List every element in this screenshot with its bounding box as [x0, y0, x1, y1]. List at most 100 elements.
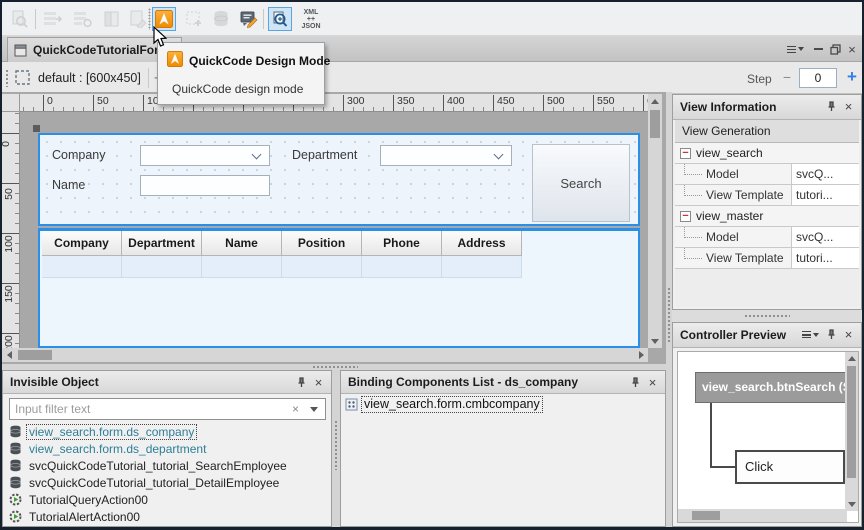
search-form-panel[interactable]: Company Department Name Search	[38, 133, 640, 226]
list-item[interactable]: TutorialQueryAction00	[5, 491, 329, 508]
ruler-tick	[2, 133, 19, 134]
add-component-button[interactable]	[182, 7, 206, 31]
grid-column-header[interactable]: Phone	[362, 231, 442, 256]
memo-edit-button[interactable]	[236, 7, 260, 31]
tree-group-row[interactable]: − view_search	[675, 143, 859, 164]
grid-header-row: Company Department Name Position Phone A…	[42, 231, 522, 256]
scrollbar-thumb[interactable]	[18, 350, 52, 360]
close-panel-button[interactable]: ×	[841, 99, 856, 114]
scroll-down-button[interactable]	[648, 334, 662, 348]
scroll-left-button[interactable]	[2, 348, 16, 362]
tree-row[interactable]: View Template tutori...	[675, 248, 859, 269]
step-increment-button[interactable]: +	[844, 67, 860, 87]
close-panel-button[interactable]: ×	[311, 375, 326, 390]
pin-button[interactable]	[824, 327, 839, 342]
controller-node-btnsearch[interactable]: view_search.btnSearch (Se	[695, 372, 847, 403]
restore-button[interactable]	[828, 42, 842, 56]
tree-row[interactable]: Model svcQ...	[675, 164, 859, 185]
generate-list-button[interactable]	[40, 7, 64, 31]
tree-row-value[interactable]: tutori...	[791, 248, 859, 268]
design-vertical-scrollbar[interactable]	[648, 94, 662, 348]
controller-canvas[interactable]: view_search.btnSearch (Se Click	[677, 351, 859, 523]
toolbar-drag-grip[interactable]	[5, 69, 9, 87]
right-horizontal-splitter[interactable]	[672, 310, 862, 322]
minimize-button[interactable]	[812, 42, 824, 56]
grid-column-header[interactable]: Name	[202, 231, 282, 256]
department-combobox[interactable]	[380, 145, 512, 166]
panel-header[interactable]: Controller Preview ×	[673, 323, 861, 348]
tree-group-row[interactable]: − view_master	[675, 206, 859, 227]
panel-header[interactable]: View Information ×	[673, 95, 861, 120]
binding-item-label: view_search.form.cmbcompany	[362, 397, 542, 412]
tree-row-value[interactable]: svcQ...	[791, 227, 859, 247]
grid-column-header[interactable]: Position	[282, 231, 362, 256]
controller-vertical-scrollbar[interactable]	[845, 352, 858, 511]
close-panel-button[interactable]: ×	[645, 375, 660, 390]
controller-horizontal-scrollbar[interactable]	[678, 509, 847, 522]
step-decrement-button[interactable]: −	[780, 70, 794, 86]
panel-title: Controller Preview	[673, 328, 786, 342]
scrollbar-thumb[interactable]	[692, 511, 720, 520]
quickcode-tooltip: QuickCode Design Mode QuickCode design m…	[157, 42, 325, 105]
name-input[interactable]	[140, 175, 270, 196]
pin-button[interactable]	[628, 375, 643, 390]
generate-settings-button[interactable]	[70, 7, 94, 31]
database-tool-button[interactable]	[209, 7, 233, 31]
tree-row-value[interactable]: svcQ...	[791, 164, 859, 184]
scrollbar-thumb[interactable]	[847, 366, 856, 478]
chevron-down-icon	[252, 150, 262, 160]
list-item[interactable]: svcQuickCodeTutorial_tutorial_SearchEmpl…	[5, 457, 329, 474]
list-item[interactable]: view_search.form.ds_department	[5, 440, 329, 457]
scrollbar-thumb[interactable]	[650, 110, 660, 138]
list-item-label: view_search.form.ds_department	[27, 442, 208, 456]
list-item[interactable]: view_search.form.ds_company	[5, 423, 329, 440]
scroll-up-button[interactable]	[648, 94, 662, 108]
tree-row[interactable]: View Template tutori...	[675, 185, 859, 206]
controller-event-click[interactable]: Click	[735, 450, 845, 484]
selection-handle[interactable]	[33, 125, 40, 132]
tree-row-value[interactable]: tutori...	[791, 185, 859, 205]
list-item[interactable]: TutorialAlertAction00	[5, 508, 329, 524]
panel-header[interactable]: Binding Components List - ds_company ×	[341, 371, 665, 394]
search-button[interactable]: Search	[532, 144, 630, 222]
pin-button[interactable]	[294, 375, 309, 390]
vertical-splitter[interactable]	[332, 370, 340, 527]
filter-dropdown-button[interactable]	[310, 407, 318, 412]
close-panel-button[interactable]: ×	[841, 327, 856, 342]
filter-input[interactable]	[15, 401, 275, 417]
template-icon	[103, 10, 121, 28]
toolbar-dotted-separator	[148, 8, 151, 30]
collapse-icon[interactable]: −	[680, 148, 691, 159]
tree-row[interactable]: Model svcQ...	[675, 227, 859, 248]
grid-column-header[interactable]: Address	[442, 231, 522, 256]
panel-header[interactable]: Invisible Object ×	[3, 371, 331, 394]
template-button[interactable]	[100, 7, 124, 31]
panel-title: Invisible Object	[3, 375, 99, 389]
selection-area-icon[interactable]	[14, 69, 31, 86]
grid-column-header[interactable]: Department	[122, 231, 202, 256]
ruler-label: 150	[3, 285, 15, 303]
close-button[interactable]: ×	[846, 42, 858, 56]
xml-json-button[interactable]: XML++JSON	[296, 7, 326, 31]
tab-menu-button[interactable]	[786, 42, 804, 56]
document-tab-bar: QuickCodeTutorialForm ×	[2, 36, 862, 62]
add-component-icon	[185, 10, 203, 28]
results-grid[interactable]: Company Department Name Position Phone A…	[38, 228, 640, 348]
step-value-input[interactable]	[799, 68, 837, 88]
export-preview-button[interactable]	[8, 7, 32, 31]
grid-column-header[interactable]: Company	[42, 231, 122, 256]
list-item[interactable]: svcQuickCodeTutorial_tutorial_DetailEmpl…	[5, 474, 329, 491]
zoom-preview-button[interactable]	[268, 7, 292, 31]
binding-item[interactable]: view_search.form.cmbcompany	[345, 397, 542, 412]
company-combobox[interactable]	[140, 145, 270, 166]
pin-button[interactable]	[824, 99, 839, 114]
panel-menu-button[interactable]	[801, 327, 819, 342]
scroll-right-button[interactable]	[634, 348, 648, 362]
toolbar-separator	[35, 9, 36, 29]
scroll-up-button[interactable]	[845, 352, 858, 365]
collapse-icon[interactable]: −	[680, 211, 691, 222]
form-design-canvas[interactable]: Company Department Name Search Company D…	[20, 112, 648, 348]
page-edit-button[interactable]	[126, 7, 150, 31]
clear-filter-button[interactable]: ×	[292, 402, 299, 416]
design-horizontal-scrollbar[interactable]	[2, 348, 648, 362]
